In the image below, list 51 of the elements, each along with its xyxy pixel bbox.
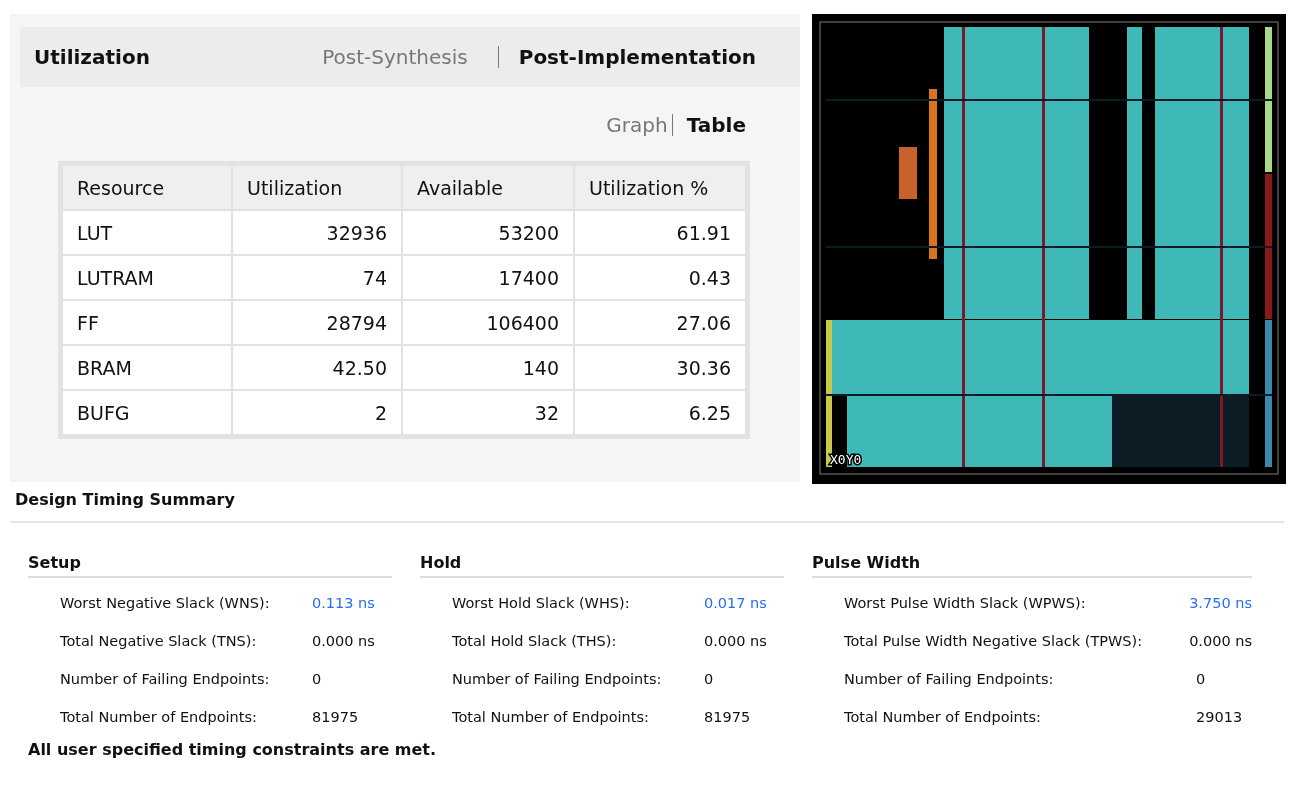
- metric-value: 0: [1196, 671, 1206, 687]
- table-cell: 106400: [402, 300, 574, 345]
- section-title: Design Timing Summary: [10, 488, 1284, 523]
- metric-label: Total Number of Endpoints:: [60, 709, 258, 725]
- metric-link[interactable]: 0.017 ns: [704, 595, 767, 611]
- metric-label: Worst Negative Slack (WNS):: [60, 595, 271, 611]
- stage-tab[interactable]: Post-Synthesis: [322, 45, 468, 69]
- table-cell: LUTRAM: [60, 255, 232, 300]
- table-cell: FF: [60, 300, 232, 345]
- table-cell: LUT: [60, 210, 232, 255]
- metric-value: 29013: [1196, 709, 1243, 725]
- metric-label: Number of Failing Endpoints:: [60, 671, 271, 687]
- table-cell: BRAM: [60, 345, 232, 390]
- table-cell: 74: [232, 255, 402, 300]
- region-label: X0Y0: [830, 452, 862, 467]
- metric-label: Worst Hold Slack (WHS):: [452, 595, 631, 611]
- column-header: Utilization: [232, 163, 402, 210]
- metric-value: 0.000 ns: [704, 633, 767, 649]
- metric-value: 0.000 ns: [312, 633, 375, 649]
- metric-label: Total Pulse Width Negative Slack (TPWS):: [844, 633, 1144, 649]
- group-title: Hold: [420, 553, 784, 578]
- metric-label: Total Number of Endpoints:: [844, 709, 1042, 725]
- metric-link[interactable]: 0.113 ns: [312, 595, 375, 611]
- view-tab[interactable]: Graph: [606, 113, 668, 137]
- metric-label: Total Hold Slack (THS):: [452, 633, 618, 649]
- table-cell: 42.50: [232, 345, 402, 390]
- stage-tab[interactable]: Post-Implementation: [497, 46, 756, 68]
- group-title: Setup: [28, 553, 392, 578]
- status-message: All user specified timing constraints are met.: [27, 739, 438, 761]
- view-tab[interactable]: Table: [671, 114, 746, 136]
- metric-link[interactable]: 3.750 ns: [1189, 595, 1252, 611]
- metric-label: Number of Failing Endpoints:: [452, 671, 663, 687]
- metric-value: 0.000 ns: [1189, 633, 1252, 649]
- column-header: Utilization %: [574, 163, 748, 210]
- metric-value: 81975: [704, 709, 751, 725]
- metric-label: Total Negative Slack (TNS):: [60, 633, 258, 649]
- metric-label: Total Number of Endpoints:: [452, 709, 650, 725]
- metric-label: Worst Pulse Width Slack (WPWS):: [844, 595, 1087, 611]
- table-cell: 53200: [402, 210, 574, 255]
- column-header: Resource: [60, 163, 232, 210]
- metric-label: Number of Failing Endpoints:: [844, 671, 1055, 687]
- panel-title: Utilization: [34, 45, 150, 69]
- metric-value: 0: [312, 671, 322, 687]
- metric-value: 0: [704, 671, 714, 687]
- metric-value: 81975: [312, 709, 359, 725]
- table-cell: 17400: [402, 255, 574, 300]
- column-header: Available: [402, 163, 574, 210]
- group-title: Pulse Width: [812, 553, 1252, 578]
- table-cell: 32936: [232, 210, 402, 255]
- table-cell: 140: [402, 345, 574, 390]
- table-cell: 28794: [232, 300, 402, 345]
